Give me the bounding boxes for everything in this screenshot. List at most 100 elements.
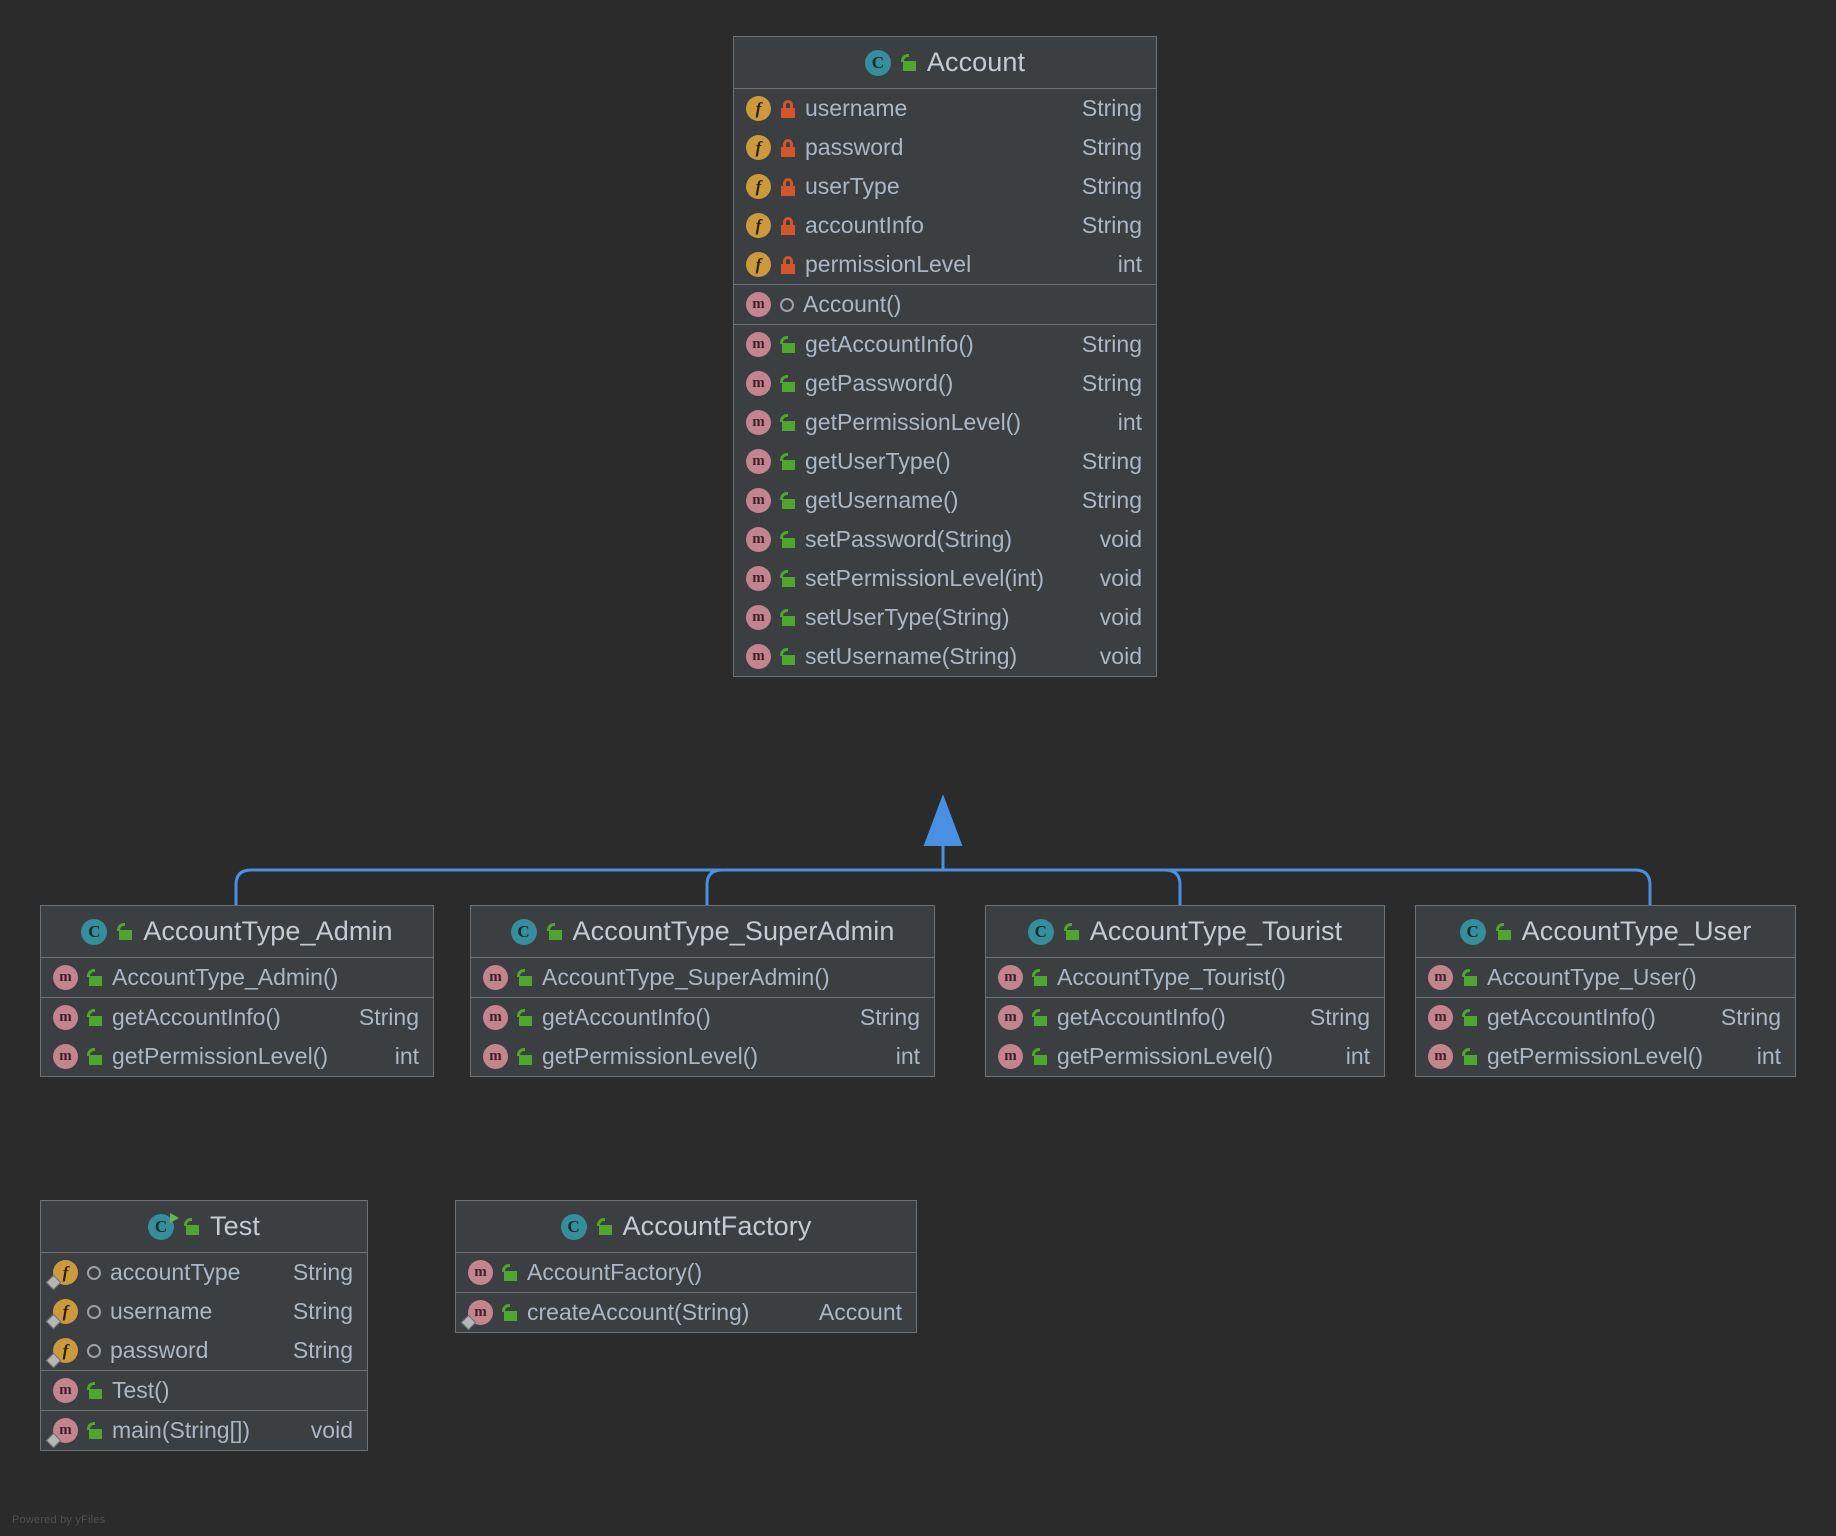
public-unlocked-icon: [1063, 923, 1080, 940]
uml-class-accounttype-superadmin[interactable]: C AccountType_SuperAdmin m AccountType_S…: [470, 905, 935, 1077]
member-name: main(String[]): [112, 1417, 251, 1443]
field-row[interactable]: f password String: [734, 128, 1156, 167]
field-row[interactable]: f userType String: [734, 167, 1156, 206]
methods-section: m main(String[]) void: [41, 1411, 367, 1450]
method-icon: m: [746, 605, 771, 630]
method-row[interactable]: m getUserType() String: [734, 442, 1156, 481]
member-name: getAccountInfo(): [542, 1004, 711, 1030]
method-row[interactable]: m getAccountInfo() String: [471, 998, 934, 1037]
member-name: accountType: [110, 1259, 241, 1285]
method-row[interactable]: m setPassword(String) void: [734, 520, 1156, 559]
method-icon: m: [53, 1044, 78, 1069]
member-name: username: [110, 1298, 213, 1324]
class-icon: C: [864, 49, 891, 76]
method-row[interactable]: m getPermissionLevel() int: [471, 1037, 934, 1076]
public-unlocked-icon: [780, 570, 796, 587]
member-type: int: [394, 1043, 419, 1069]
static-field-icon: f: [53, 1338, 78, 1363]
method-icon: m: [746, 566, 771, 591]
constructor-row[interactable]: m AccountFactory(): [456, 1253, 916, 1292]
uml-class-accounttype-tourist[interactable]: C AccountType_Tourist m AccountType_Tour…: [985, 905, 1385, 1077]
method-row[interactable]: m getAccountInfo() String: [1416, 998, 1795, 1037]
runnable-class-icon: C: [148, 1212, 180, 1240]
static-method-icon: m: [468, 1300, 493, 1325]
public-unlocked-icon: [780, 453, 796, 470]
constructor-row[interactable]: m AccountType_Admin(): [41, 958, 433, 997]
method-icon: m: [53, 1378, 78, 1403]
private-locked-icon: [780, 99, 796, 118]
class-header[interactable]: C AccountType_User: [1416, 906, 1795, 958]
field-row[interactable]: f accountType String: [41, 1253, 367, 1292]
constructor-row[interactable]: m Account(): [734, 285, 1156, 324]
fields-section: f username String f password String f us…: [734, 89, 1156, 285]
method-row[interactable]: m main(String[]) void: [41, 1411, 367, 1450]
method-row[interactable]: m createAccount(String) Account: [456, 1293, 916, 1332]
method-row[interactable]: m setUsername(String) void: [734, 637, 1156, 676]
field-row[interactable]: f username String: [41, 1292, 367, 1331]
class-header[interactable]: C Test: [41, 1201, 367, 1253]
method-row[interactable]: m getUsername() String: [734, 481, 1156, 520]
public-unlocked-icon: [517, 969, 533, 986]
member-name: Account(): [803, 291, 902, 317]
member-type: String: [1081, 95, 1142, 121]
uml-class-accounttype-admin[interactable]: C AccountType_Admin m AccountType_Admin(…: [40, 905, 434, 1077]
member-name: username: [805, 95, 908, 121]
private-locked-icon: [780, 255, 796, 274]
uml-class-account[interactable]: C Account f username String f password S…: [733, 36, 1157, 677]
field-row[interactable]: f accountInfo String: [734, 206, 1156, 245]
field-row[interactable]: f username String: [734, 89, 1156, 128]
constructor-row[interactable]: m AccountType_Tourist(): [986, 958, 1384, 997]
method-row[interactable]: m getAccountInfo() String: [734, 325, 1156, 364]
constructor-row[interactable]: m AccountType_User(): [1416, 958, 1795, 997]
member-type: void: [1099, 604, 1142, 630]
class-header[interactable]: C Account: [734, 37, 1156, 89]
member-type: Account: [818, 1299, 902, 1325]
member-type: String: [1720, 1004, 1781, 1030]
method-row[interactable]: m getAccountInfo() String: [41, 998, 433, 1037]
method-icon: m: [746, 527, 771, 552]
method-row[interactable]: m getPermissionLevel() int: [41, 1037, 433, 1076]
uml-class-accountfactory[interactable]: C AccountFactory m AccountFactory() m cr…: [455, 1200, 917, 1333]
diagram-canvas[interactable]: C Account f username String f password S…: [0, 0, 1836, 1536]
constructor-row[interactable]: m Test(): [41, 1371, 367, 1410]
public-unlocked-icon: [900, 54, 917, 71]
method-row[interactable]: m setPermissionLevel(int) void: [734, 559, 1156, 598]
uml-class-test[interactable]: C Test f accountType String f username S…: [40, 1200, 368, 1451]
member-name: setUsername(String): [805, 643, 1018, 669]
field-icon: f: [746, 96, 771, 121]
uml-class-accounttype-user[interactable]: C AccountType_User m AccountType_User() …: [1415, 905, 1796, 1077]
member-type: int: [1117, 409, 1142, 435]
member-type: String: [1081, 173, 1142, 199]
public-unlocked-icon: [780, 648, 796, 665]
method-row[interactable]: m getPermissionLevel() int: [734, 403, 1156, 442]
field-row[interactable]: f permissionLevel int: [734, 245, 1156, 284]
public-unlocked-icon: [1462, 1009, 1478, 1026]
class-title: AccountFactory: [622, 1211, 812, 1241]
public-unlocked-icon: [780, 531, 796, 548]
constructor-row[interactable]: m AccountType_SuperAdmin(): [471, 958, 934, 997]
class-header[interactable]: C AccountFactory: [456, 1201, 916, 1253]
class-header[interactable]: C AccountType_Tourist: [986, 906, 1384, 958]
member-name: getAccountInfo(): [112, 1004, 281, 1030]
field-row[interactable]: f password String: [41, 1331, 367, 1370]
public-unlocked-icon: [1032, 969, 1048, 986]
member-type: String: [1081, 212, 1142, 238]
public-unlocked-icon: [1032, 1009, 1048, 1026]
class-header[interactable]: C AccountType_Admin: [41, 906, 433, 958]
constructors-section: m AccountFactory(): [456, 1253, 916, 1293]
method-row[interactable]: m getPermissionLevel() int: [1416, 1037, 1795, 1076]
public-unlocked-icon: [780, 336, 796, 353]
method-row[interactable]: m setUserType(String) void: [734, 598, 1156, 637]
public-unlocked-icon: [546, 923, 563, 940]
method-icon: m: [483, 965, 508, 990]
class-header[interactable]: C AccountType_SuperAdmin: [471, 906, 934, 958]
member-type: void: [1099, 565, 1142, 591]
field-icon: f: [746, 135, 771, 160]
method-row[interactable]: m getPassword() String: [734, 364, 1156, 403]
method-row[interactable]: m getAccountInfo() String: [986, 998, 1384, 1037]
method-row[interactable]: m getPermissionLevel() int: [986, 1037, 1384, 1076]
member-name: setUserType(String): [805, 604, 1010, 630]
constructors-section: m AccountType_Tourist(): [986, 958, 1384, 998]
member-name: getPermissionLevel(): [112, 1043, 329, 1069]
class-title: AccountType_Admin: [143, 916, 393, 946]
